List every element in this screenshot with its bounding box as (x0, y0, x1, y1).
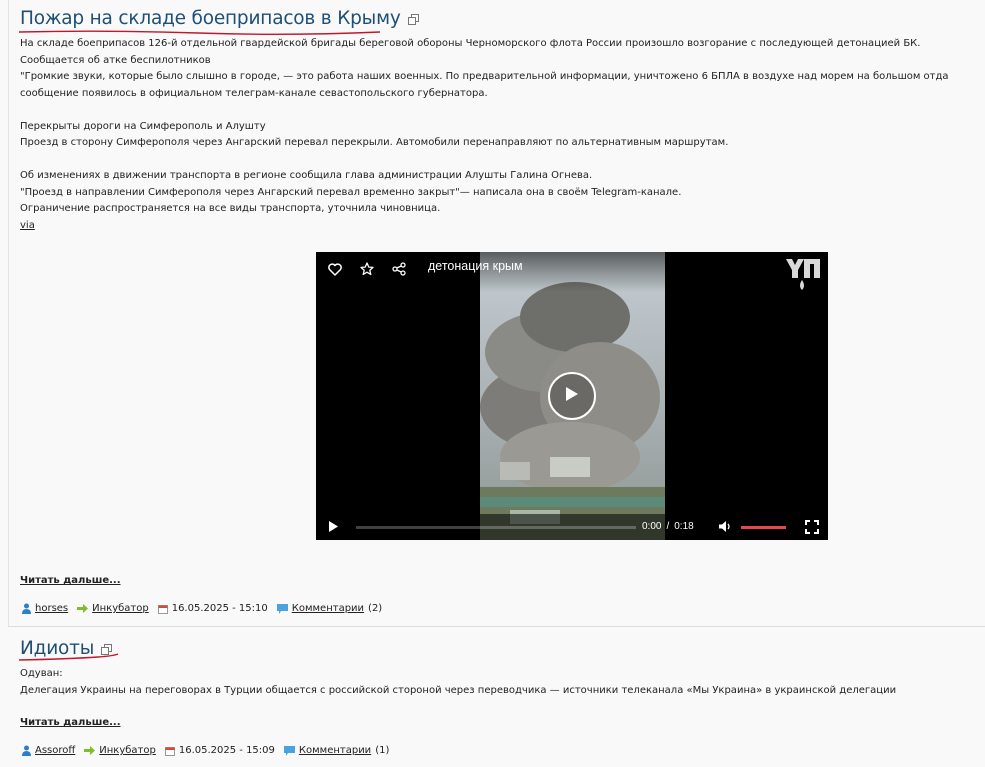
video-progress-bar[interactable] (356, 526, 636, 529)
comment-icon (276, 603, 288, 614)
volume-level (741, 526, 786, 529)
body-line: Одуван: (20, 668, 63, 679)
comments-link[interactable]: Комментарии (292, 603, 364, 614)
body-line: "Проезд в направлении Симферополя через … (20, 186, 682, 198)
video-timecode: 0:00 / 0:18 (642, 521, 694, 532)
volume-icon[interactable] (718, 520, 732, 536)
body-line: Сообщается об атке беспилотников (20, 54, 211, 66)
calendar-icon (164, 746, 175, 756)
external-link-icon[interactable] (407, 13, 419, 25)
duration: 0:18 (674, 521, 694, 532)
category-link[interactable]: Инкубатор (99, 745, 156, 756)
share-icon[interactable] (388, 258, 410, 280)
play-icon[interactable] (548, 372, 596, 420)
body-line: сообщение появилось в официальном телегр… (20, 87, 488, 99)
read-more-link[interactable]: Читать дальше... (20, 575, 121, 586)
post-header: Пожар на складе боеприпасов в Крыму (20, 8, 419, 30)
channel-logo (786, 259, 820, 290)
post-datetime: 16.05.2025 - 15:10 (171, 603, 268, 614)
body-line: Делегация Украины на переговорах в Турци… (20, 684, 897, 696)
heart-icon[interactable] (324, 258, 346, 280)
annotation-underline (18, 30, 381, 35)
author-link[interactable]: Assoroff (35, 745, 75, 756)
current-time: 0:00 (642, 521, 662, 532)
body-line: Ограничение распространяется на все виды… (20, 203, 441, 214)
author-link[interactable]: horses (35, 603, 68, 614)
body-line (20, 152, 949, 169)
post-meta: Assoroff Инкубатор 16.05.2025 - 15:09 Ко… (22, 745, 389, 756)
video-title: детонация крым (428, 259, 523, 273)
body-line: Проезд в сторону Симферополя через Ангар… (20, 137, 729, 148)
post-body: Одуван: Делегация Украины на переговорах… (20, 666, 896, 699)
comments-count: (1) (375, 745, 390, 756)
arrow-right-icon (77, 604, 89, 613)
via-link[interactable]: via (20, 220, 35, 231)
fullscreen-icon[interactable] (805, 520, 819, 537)
user-icon (22, 603, 31, 614)
comment-icon (283, 745, 295, 756)
post-title[interactable]: Пожар на складе боеприпасов в Крыму (20, 8, 401, 30)
body-line (20, 102, 949, 119)
annotation-underline (18, 653, 119, 661)
post-body: На складе боеприпасов 126-й отдельной гв… (20, 36, 949, 234)
comments-count: (2) (368, 603, 383, 614)
body-line: Перекрыты дороги на Симферополь и Алушту (20, 120, 266, 132)
post-datetime: 16.05.2025 - 15:09 (178, 745, 275, 756)
time-separator: / (666, 521, 670, 532)
volume-slider[interactable] (741, 526, 786, 529)
user-icon (22, 745, 31, 756)
arrow-right-icon (84, 746, 96, 755)
post-divider (8, 626, 985, 627)
body-line: "Громкие звуки, которые было слышно в го… (20, 71, 949, 82)
comments-link[interactable]: Комментарии (299, 745, 371, 756)
body-line: Об изменениях в движении транспорта в ре… (20, 170, 593, 181)
video-player[interactable]: детонация крым 0:00 / 0:18 (316, 252, 828, 540)
star-icon[interactable] (356, 258, 378, 280)
read-more-link[interactable]: Читать дальше... (20, 717, 121, 728)
post-meta: horses Инкубатор 16.05.2025 - 15:10 Комм… (22, 603, 382, 614)
video-controls: 0:00 / 0:18 (316, 514, 828, 540)
body-line: На складе боеприпасов 126-й отдельной гв… (20, 38, 921, 49)
calendar-icon (157, 604, 168, 614)
category-link[interactable]: Инкубатор (92, 603, 149, 614)
left-border (8, 0, 9, 626)
play-icon[interactable] (328, 520, 339, 536)
